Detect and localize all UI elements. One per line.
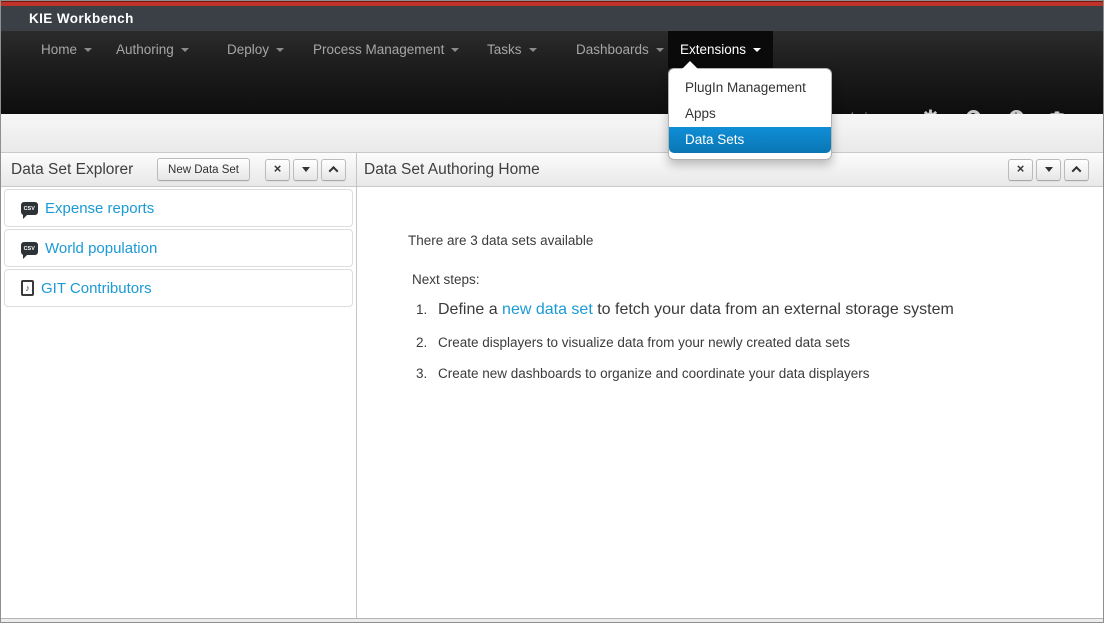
datasets-available-text: There are 3 data sets available <box>408 233 1068 248</box>
next-steps-label: Next steps: <box>412 272 1068 287</box>
close-icon: × <box>274 162 282 175</box>
dataset-link: World population <box>45 240 157 257</box>
dataset-link: Expense reports <box>45 200 154 217</box>
list-item-expense-reports[interactable]: CSV Expense reports <box>4 189 353 227</box>
close-icon: × <box>1017 162 1025 175</box>
window-bottom-frame <box>1 618 1103 622</box>
nav-item-process-management[interactable]: Process Management <box>297 31 475 68</box>
panel-menu-button[interactable] <box>293 159 318 181</box>
explorer-panel-title: Data Set Explorer <box>11 161 157 179</box>
app-title: KIE Workbench <box>29 11 134 26</box>
window-frame: KIE Workbench Home Authoring Deploy Proc… <box>0 0 1104 623</box>
data-set-authoring-home-panel: There are 3 data sets available Next ste… <box>357 187 1104 619</box>
step-2: 2.Create displayers to visualize data fr… <box>416 334 1068 352</box>
nav-item-deploy[interactable]: Deploy <box>211 31 300 68</box>
data-set-explorer-panel: CSV Expense reports CSV World population… <box>1 187 356 619</box>
title-bar: KIE Workbench <box>1 6 1103 31</box>
bean-file-icon: ♪ <box>21 280 34 296</box>
chevron-up-icon <box>329 166 339 176</box>
toolbar-strip <box>1 114 1103 153</box>
caret-down-icon <box>302 167 310 172</box>
caret-down-icon <box>1045 167 1053 172</box>
chevron-down-icon <box>181 48 189 52</box>
menu-item-apps[interactable]: Apps <box>669 101 831 127</box>
home-content: There are 3 data sets available Next ste… <box>408 233 1068 396</box>
nav-item-dashboards[interactable]: Dashboards <box>560 31 680 68</box>
list-item-world-population[interactable]: CSV World population <box>4 229 353 267</box>
list-item-git-contributors[interactable]: ♪ GIT Contributors <box>4 269 353 307</box>
collapse-panel-button[interactable] <box>321 159 346 181</box>
main-navbar: Home Authoring Deploy Process Management… <box>1 31 1103 114</box>
chevron-down-icon <box>656 48 664 52</box>
extensions-dropdown-menu: PlugIn Management Apps Data Sets <box>668 68 832 160</box>
home-panel-title: Data Set Authoring Home <box>364 161 1005 179</box>
panel-menu-button[interactable] <box>1036 159 1061 181</box>
new-data-set-link[interactable]: new data set <box>502 301 593 318</box>
chevron-down-icon <box>451 48 459 52</box>
chevron-down-icon <box>84 48 92 52</box>
collapse-panel-button[interactable] <box>1064 159 1089 181</box>
chevron-down-icon <box>753 48 761 52</box>
nav-item-authoring[interactable]: Authoring <box>100 31 205 68</box>
explorer-panel-header: Data Set Explorer New Data Set × <box>1 153 356 187</box>
menu-item-data-sets[interactable]: Data Sets <box>669 127 831 153</box>
chevron-up-icon <box>1072 166 1082 176</box>
step-1: 1.Define a new data set to fetch your da… <box>416 301 1068 319</box>
nav-item-tasks[interactable]: Tasks <box>471 31 553 68</box>
csv-file-icon: CSV <box>21 242 38 255</box>
chevron-down-icon <box>529 48 537 52</box>
panel-divider <box>356 153 357 619</box>
step-3: 3.Create new dashboards to organize and … <box>416 365 1068 383</box>
new-data-set-button[interactable]: New Data Set <box>157 158 250 181</box>
close-panel-button[interactable]: × <box>1008 159 1033 181</box>
csv-file-icon: CSV <box>21 202 38 215</box>
nav-item-home[interactable]: Home <box>25 31 108 68</box>
chevron-down-icon <box>276 48 284 52</box>
dataset-link: GIT Contributors <box>41 280 152 297</box>
menu-item-plugin-management[interactable]: PlugIn Management <box>669 75 831 101</box>
close-panel-button[interactable]: × <box>265 159 290 181</box>
